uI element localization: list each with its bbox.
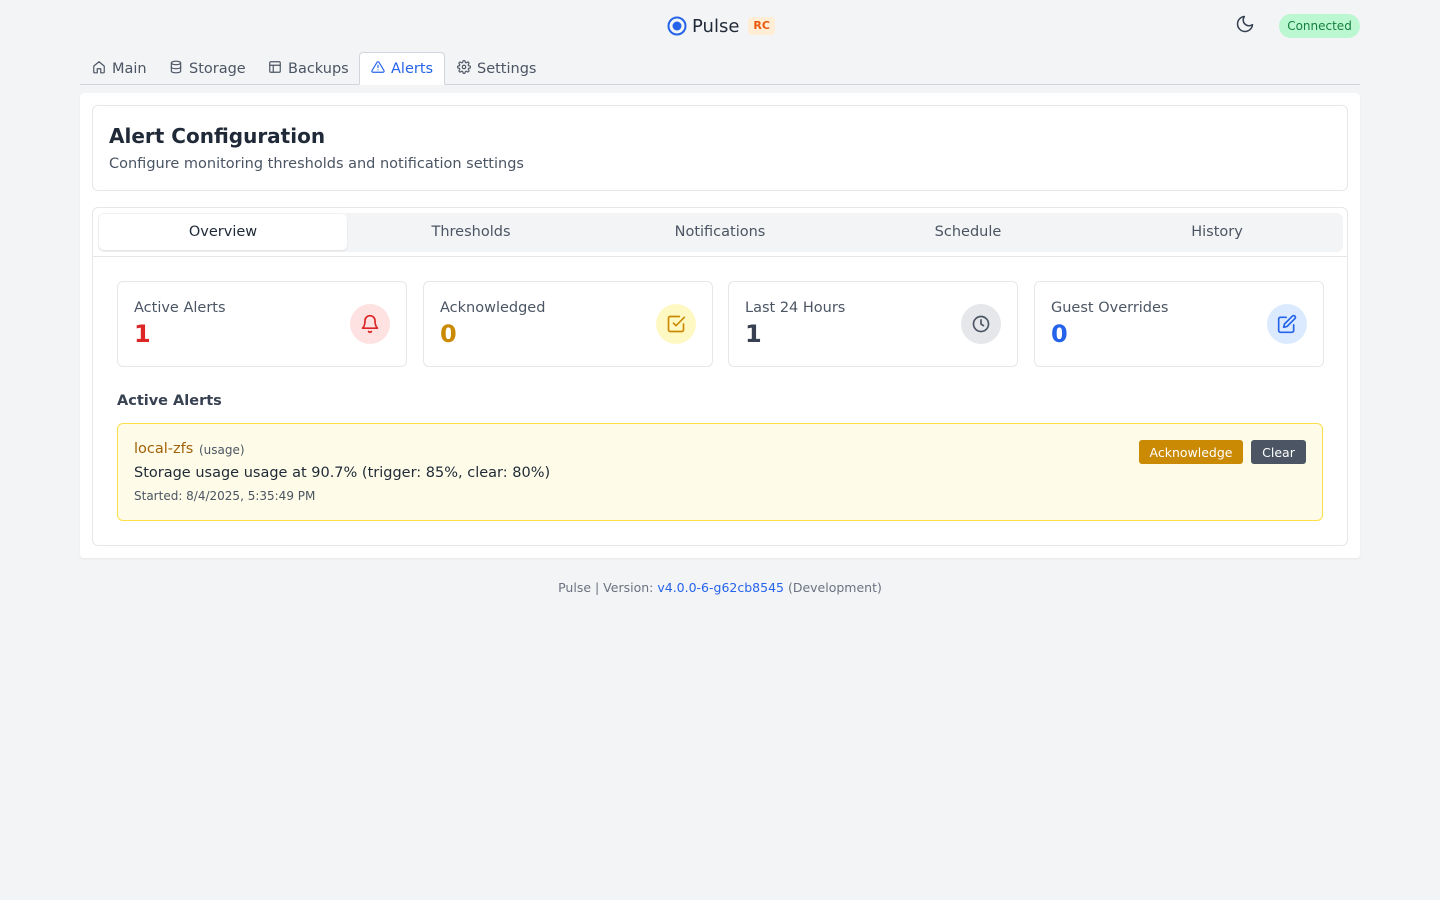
theme-toggle-button[interactable] — [1233, 14, 1257, 38]
stat-value: 0 — [1051, 320, 1068, 348]
subtab-overview[interactable]: Overview — [99, 214, 347, 250]
subtabs-bar: Overview Thresholds Notifications Schedu… — [93, 208, 1347, 257]
tab-storage[interactable]: Storage — [169, 52, 246, 85]
stat-label: Last 24 Hours — [745, 300, 846, 316]
page-title: Alert Configuration — [109, 124, 326, 148]
tab-backups-label: Backups — [288, 60, 349, 77]
subtab-history[interactable]: History — [1093, 214, 1341, 250]
alert-message: Storage usage usage at 90.7% (trigger: 8… — [134, 465, 551, 481]
alerts-tabs-card: Overview Thresholds Notifications Schedu… — [92, 207, 1348, 546]
clock-icon — [961, 304, 1001, 344]
main-nav: Main Storage Backups Alerts Settings — [80, 52, 1360, 85]
alerts-panel: Alert Configuration Configure monitoring… — [80, 93, 1360, 558]
app-header: Pulse RC Connected — [0, 0, 1440, 52]
stat-card-active-alerts: Active Alerts 1 — [117, 281, 407, 367]
alert-resource-name[interactable]: local-zfs — [134, 441, 193, 457]
stat-value: 1 — [745, 320, 762, 348]
footer: Pulse | Version: v4.0.0-6-g62cb8545 (Dev… — [0, 580, 1440, 595]
tab-main-label: Main — [112, 60, 147, 77]
alert-triangle-icon — [371, 60, 391, 78]
brand: Pulse RC — [667, 14, 775, 38]
edit-icon — [1267, 304, 1307, 344]
alert-type: (usage) — [199, 443, 245, 457]
pulse-logo-icon — [667, 16, 687, 36]
layout-icon — [268, 60, 288, 78]
database-icon — [169, 60, 189, 78]
stat-card-acknowledged: Acknowledged 0 — [423, 281, 713, 367]
stat-value: 0 — [440, 320, 457, 348]
acknowledge-button[interactable]: Acknowledge — [1139, 440, 1243, 464]
tab-alerts[interactable]: Alerts — [359, 52, 446, 85]
stat-value: 1 — [134, 320, 151, 348]
alert-item: local-zfs (usage) Storage usage usage at… — [117, 423, 1323, 521]
tab-alerts-label: Alerts — [391, 60, 434, 77]
subtab-notifications[interactable]: Notifications — [596, 214, 844, 250]
version-link[interactable]: v4.0.0-6-g62cb8545 — [657, 580, 784, 595]
tab-settings-label: Settings — [477, 60, 537, 77]
release-badge: RC — [748, 17, 775, 35]
stat-card-guest-overrides: Guest Overrides 0 — [1034, 281, 1324, 367]
subtab-schedule[interactable]: Schedule — [844, 214, 1092, 250]
stat-label: Acknowledged — [440, 300, 546, 316]
alert-config-header-card: Alert Configuration Configure monitoring… — [92, 105, 1348, 191]
app-name: Pulse — [692, 15, 740, 37]
page-subtitle: Configure monitoring thresholds and noti… — [109, 156, 524, 172]
tab-backups[interactable]: Backups — [268, 52, 349, 85]
tab-settings[interactable]: Settings — [457, 52, 536, 85]
alert-started-time: Started: 8/4/2025, 5:35:49 PM — [134, 489, 316, 503]
gear-icon — [457, 59, 477, 78]
stat-label: Active Alerts — [134, 300, 226, 316]
tab-main[interactable]: Main — [92, 52, 147, 85]
clear-button[interactable]: Clear — [1251, 440, 1306, 464]
footer-suffix: (Development) — [783, 580, 882, 595]
connection-status-badge: Connected — [1279, 14, 1360, 38]
stat-card-last-24-hours: Last 24 Hours 1 — [728, 281, 1018, 367]
home-icon — [92, 60, 112, 78]
check-square-icon — [656, 304, 696, 344]
active-alerts-heading: Active Alerts — [117, 393, 222, 409]
bell-icon — [350, 304, 390, 344]
moon-icon — [1235, 14, 1255, 38]
tab-storage-label: Storage — [189, 60, 246, 77]
stat-label: Guest Overrides — [1051, 300, 1169, 316]
subtab-thresholds[interactable]: Thresholds — [347, 214, 595, 250]
subtabs-track: Overview Thresholds Notifications Schedu… — [98, 213, 1343, 252]
footer-prefix: Pulse | Version: — [558, 580, 658, 595]
